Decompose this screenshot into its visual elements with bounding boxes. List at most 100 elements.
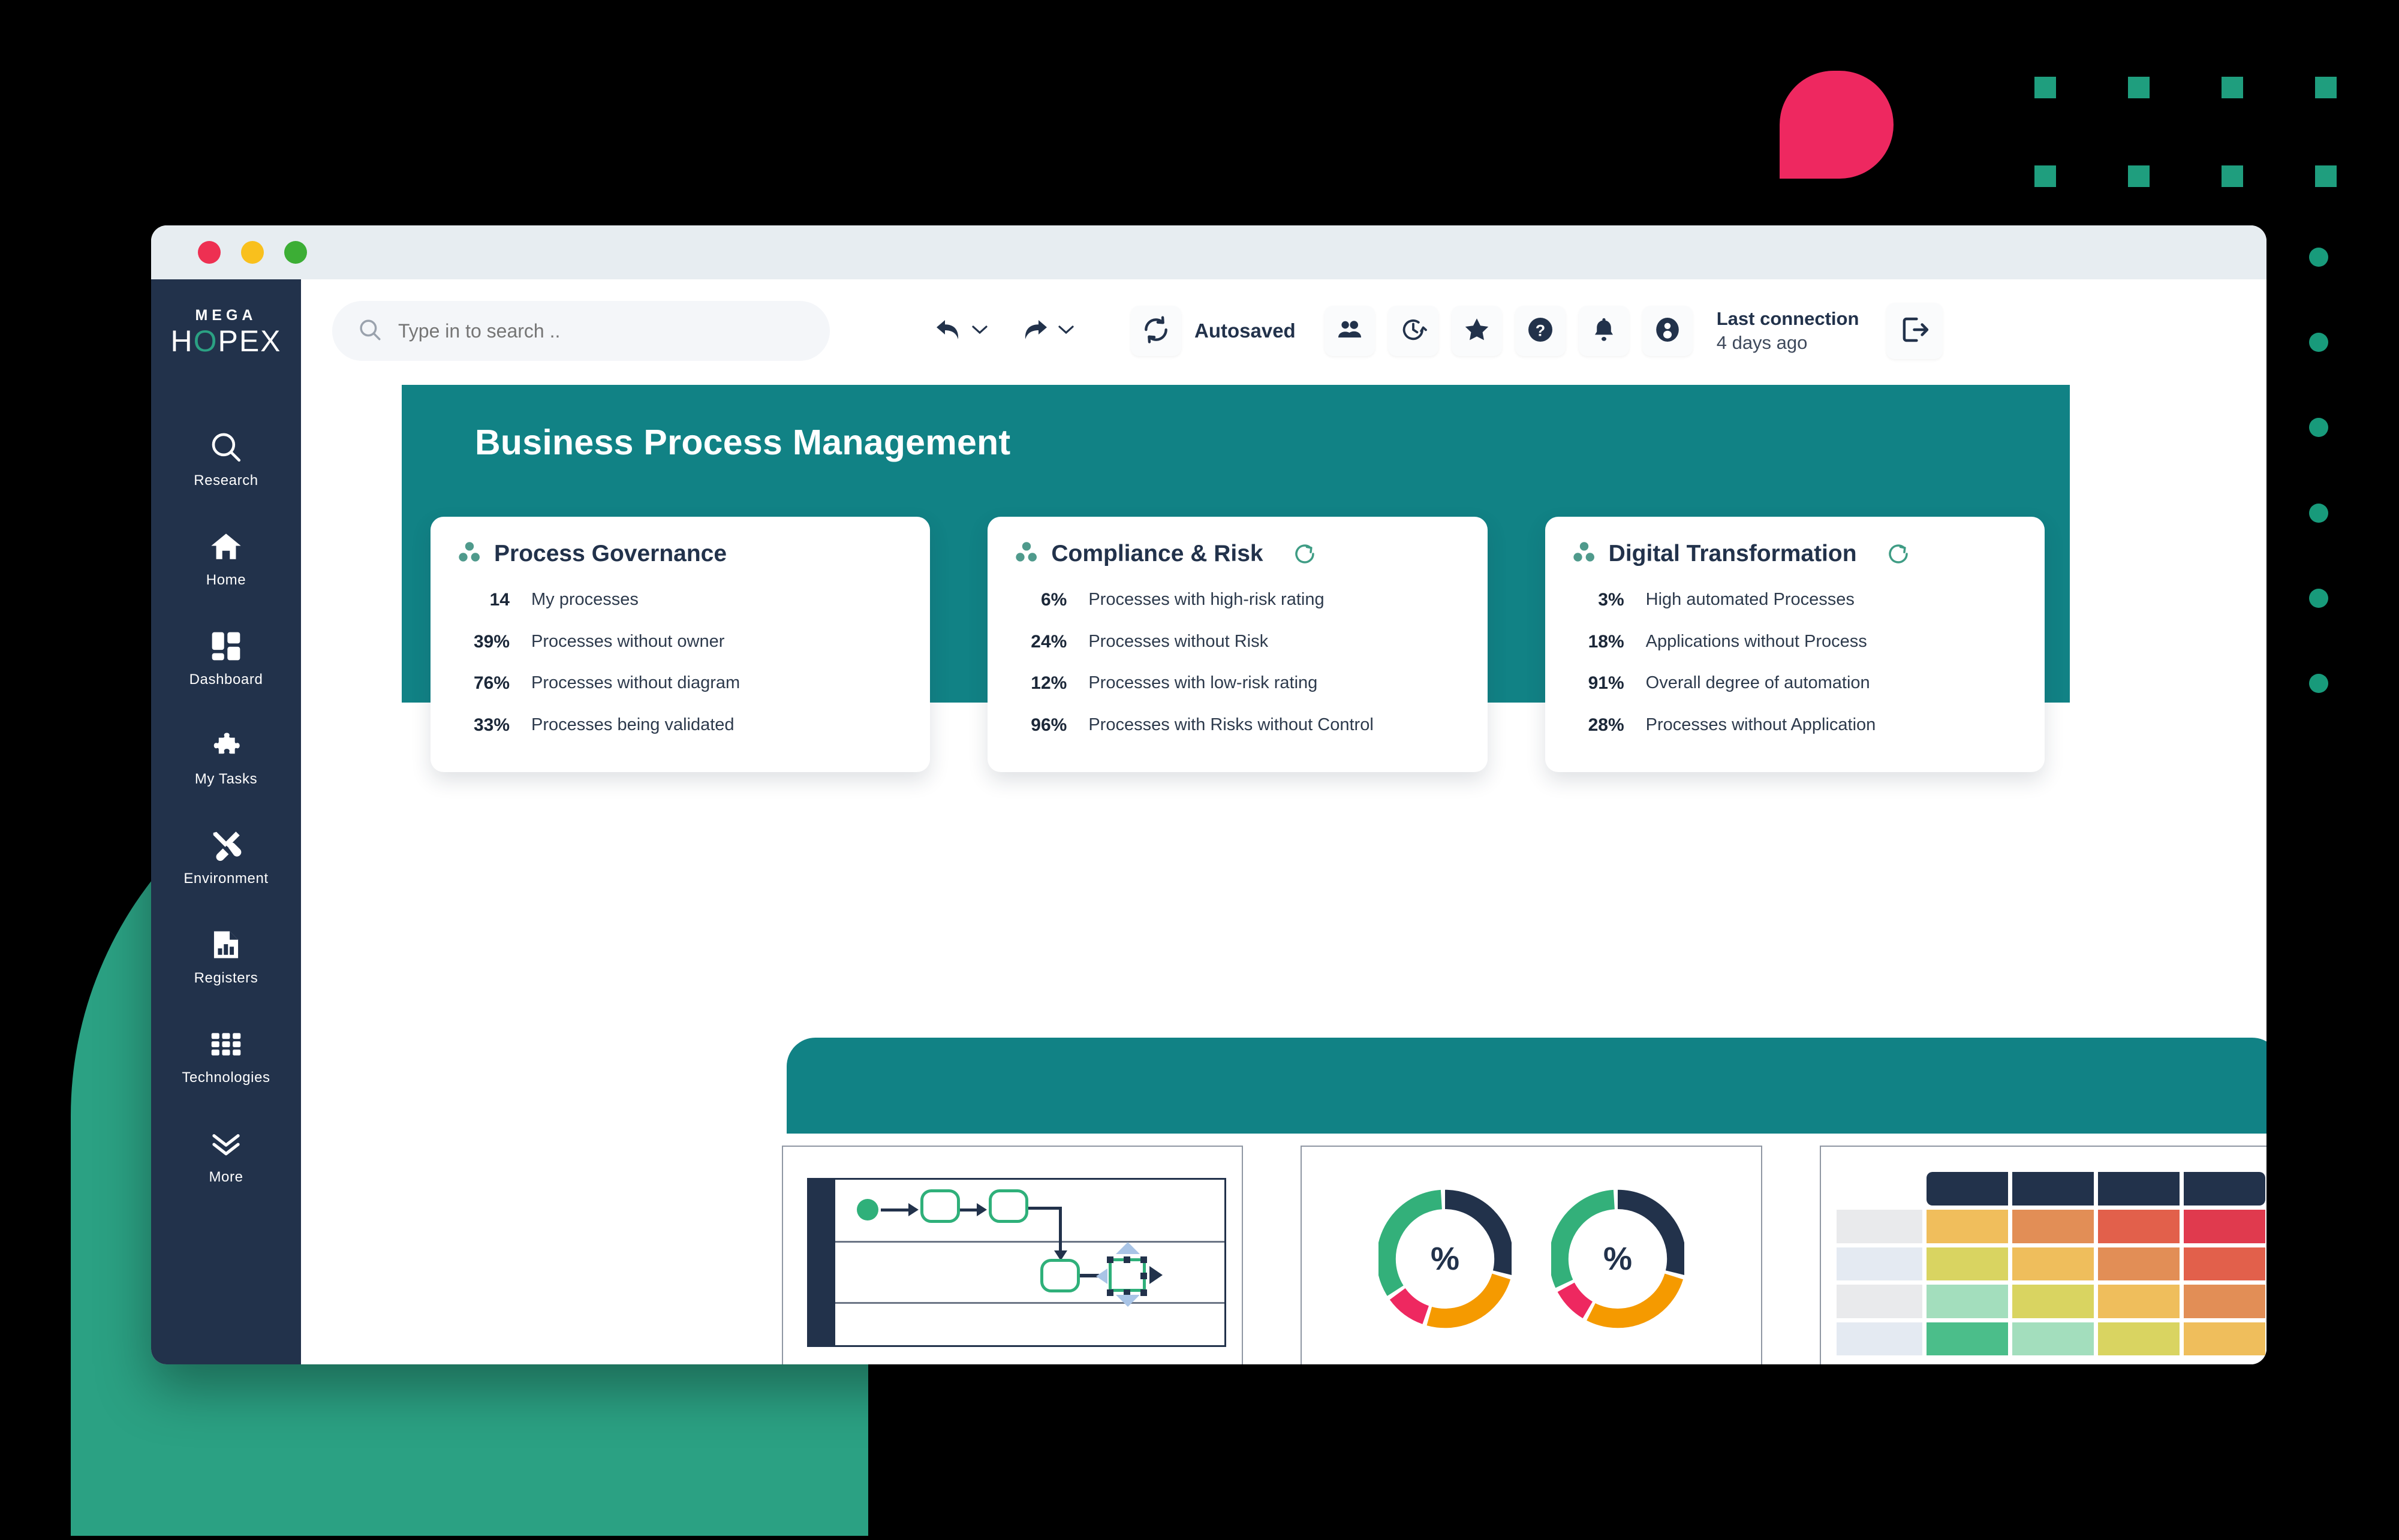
close-window-button[interactable] bbox=[198, 241, 221, 264]
kpi-row[interactable]: 33% Processes being validated bbox=[457, 713, 904, 737]
heatmap-cell[interactable] bbox=[2183, 1210, 2265, 1243]
process-diagram-thumbnail[interactable] bbox=[782, 1146, 1244, 1364]
sidebar-item-label: Dashboard bbox=[189, 671, 263, 688]
heatmap-cell[interactable] bbox=[2097, 1285, 2180, 1318]
risk-matrix-thumbnail[interactable] bbox=[1819, 1146, 2266, 1364]
minimize-window-button[interactable] bbox=[241, 241, 264, 264]
sidebar-item-technologies[interactable]: Technologies bbox=[151, 1017, 301, 1097]
notifications-button[interactable] bbox=[1578, 306, 1629, 356]
account-button[interactable] bbox=[1642, 306, 1693, 356]
sidebar-item-environment[interactable]: Environment bbox=[151, 818, 301, 898]
bpmn-drag-handle-down[interactable] bbox=[1116, 1295, 1140, 1307]
decorative-dot bbox=[2309, 333, 2328, 352]
heatmap-cell[interactable] bbox=[1926, 1285, 2008, 1318]
redo-button[interactable] bbox=[1018, 317, 1074, 346]
kpi-row[interactable]: 96% Processes with Risks without Control bbox=[1014, 713, 1461, 737]
favorites-button[interactable] bbox=[1451, 306, 1502, 356]
kpi-value: 14 bbox=[489, 590, 510, 610]
heatmap-cell[interactable] bbox=[2012, 1247, 2094, 1280]
kpi-card[interactable]: Compliance & Risk 6% Processes with high-r… bbox=[988, 517, 1488, 772]
donut-chart: % bbox=[1378, 1184, 1512, 1334]
kpi-row[interactable]: 3% High automated Processes bbox=[1572, 588, 2018, 612]
help-icon: ? bbox=[1526, 315, 1555, 347]
kpi-row[interactable]: 39% Processes without owner bbox=[457, 630, 904, 654]
heatmap-cell[interactable] bbox=[2183, 1247, 2265, 1280]
sidebar-item-research[interactable]: Research bbox=[151, 420, 301, 500]
undo-button[interactable] bbox=[932, 317, 988, 346]
toolbar-actions: Autosaved ? Last connection 4 days ago bbox=[932, 303, 1943, 359]
bpmn-pool bbox=[807, 1178, 1227, 1347]
sidebar-item-more[interactable]: More bbox=[151, 1116, 301, 1197]
bpmn-resize-handle[interactable] bbox=[1124, 1256, 1130, 1263]
heatmap-cell[interactable] bbox=[2012, 1210, 2094, 1243]
heatmap-cell[interactable] bbox=[2097, 1322, 2180, 1355]
logo-mega-text: MEGA bbox=[195, 307, 257, 324]
three-dots-icon bbox=[1572, 540, 1597, 568]
sidebar-item-registers[interactable]: Registers bbox=[151, 917, 301, 997]
bpmn-resize-handle[interactable] bbox=[1140, 1289, 1147, 1296]
decorative-square bbox=[2315, 165, 2337, 187]
heatmap-cell[interactable] bbox=[1926, 1247, 2008, 1280]
bpmn-drag-handle-left[interactable] bbox=[1096, 1268, 1107, 1284]
heatmap-cell[interactable] bbox=[1926, 1322, 2008, 1355]
bpmn-flow bbox=[1059, 1207, 1062, 1253]
kpi-row[interactable]: 14 My processes bbox=[457, 588, 904, 612]
kpi-card[interactable]: Digital Transformation 3% High automated P… bbox=[1545, 517, 2045, 772]
help-button[interactable]: ? bbox=[1515, 306, 1566, 356]
heatmap-cell[interactable] bbox=[2183, 1285, 2265, 1318]
history-icon bbox=[1399, 315, 1428, 347]
kpi-value: 96% bbox=[1031, 715, 1067, 735]
home-icon bbox=[155, 529, 297, 565]
kpi-row[interactable]: 12% Processes with low-risk rating bbox=[1014, 671, 1461, 695]
bpmn-drag-handle-up[interactable] bbox=[1116, 1242, 1140, 1254]
kpi-row[interactable]: 6% Processes with high-risk rating bbox=[1014, 588, 1461, 612]
kpi-card[interactable]: Process Governance 14 My processes 39% Proce… bbox=[431, 517, 931, 772]
heatmap-cell[interactable] bbox=[2012, 1285, 2094, 1318]
search-box[interactable] bbox=[332, 301, 830, 361]
heatmap-column-header bbox=[2183, 1172, 2265, 1206]
kpi-value: 24% bbox=[1031, 631, 1067, 652]
maximize-window-button[interactable] bbox=[284, 241, 307, 264]
heatmap-column-header bbox=[1926, 1172, 2008, 1206]
kpi-row[interactable]: 24% Processes without Risk bbox=[1014, 630, 1461, 654]
heatmap-cell[interactable] bbox=[1926, 1210, 2008, 1243]
kpi-row[interactable]: 28% Processes without Application bbox=[1572, 713, 2018, 737]
bpmn-drag-handle-right[interactable] bbox=[1149, 1266, 1163, 1284]
card-refresh-icon[interactable] bbox=[1284, 541, 1317, 566]
people-button[interactable] bbox=[1324, 306, 1375, 356]
page-title: Business Process Management bbox=[475, 423, 1011, 462]
bpmn-resize-handle[interactable] bbox=[1140, 1256, 1147, 1263]
kpi-value: 33% bbox=[473, 715, 510, 735]
search-input[interactable] bbox=[398, 320, 805, 342]
heatmap-cell[interactable] bbox=[2097, 1247, 2180, 1280]
history-button[interactable] bbox=[1387, 306, 1438, 356]
kpi-row[interactable]: 91% Overall degree of automation bbox=[1572, 671, 2018, 695]
kpi-row[interactable]: 18% Applications without Process bbox=[1572, 630, 2018, 654]
bpmn-resize-handle[interactable] bbox=[1140, 1273, 1147, 1279]
bpmn-resize-handle[interactable] bbox=[1107, 1289, 1113, 1296]
kpi-label: Processes with Risks without Control bbox=[1088, 715, 1374, 734]
bpmn-resize-handle[interactable] bbox=[1107, 1256, 1113, 1263]
kpi-label: Processes with high-risk rating bbox=[1088, 590, 1325, 609]
account-icon bbox=[1653, 315, 1682, 347]
sidebar-item-dashboard[interactable]: Dashboard bbox=[151, 619, 301, 699]
kpi-row[interactable]: 76% Processes without diagram bbox=[457, 671, 904, 695]
donut-charts-thumbnail[interactable]: %% bbox=[1301, 1146, 1762, 1364]
logo-h: H bbox=[170, 324, 194, 358]
decorative-square bbox=[2128, 77, 2150, 98]
search-icon bbox=[357, 317, 383, 345]
decorative-dot bbox=[2309, 589, 2328, 608]
autosave-refresh-button[interactable] bbox=[1131, 306, 1181, 356]
undo-icon bbox=[932, 317, 965, 346]
card-refresh-icon[interactable] bbox=[1877, 541, 1911, 566]
sidebar-item-home[interactable]: Home bbox=[151, 519, 301, 599]
logout-button[interactable] bbox=[1886, 303, 1943, 359]
toolbar: Autosaved bbox=[301, 279, 2266, 382]
kpi-label: Processes without owner bbox=[531, 631, 725, 651]
heatmap-cell[interactable] bbox=[2183, 1322, 2265, 1355]
bell-icon bbox=[1590, 315, 1618, 347]
heatmap-cell[interactable] bbox=[2097, 1210, 2180, 1243]
heatmap-corner bbox=[1837, 1172, 1922, 1206]
heatmap-cell[interactable] bbox=[2012, 1322, 2094, 1355]
sidebar-item-my-tasks[interactable]: My Tasks bbox=[151, 718, 301, 798]
